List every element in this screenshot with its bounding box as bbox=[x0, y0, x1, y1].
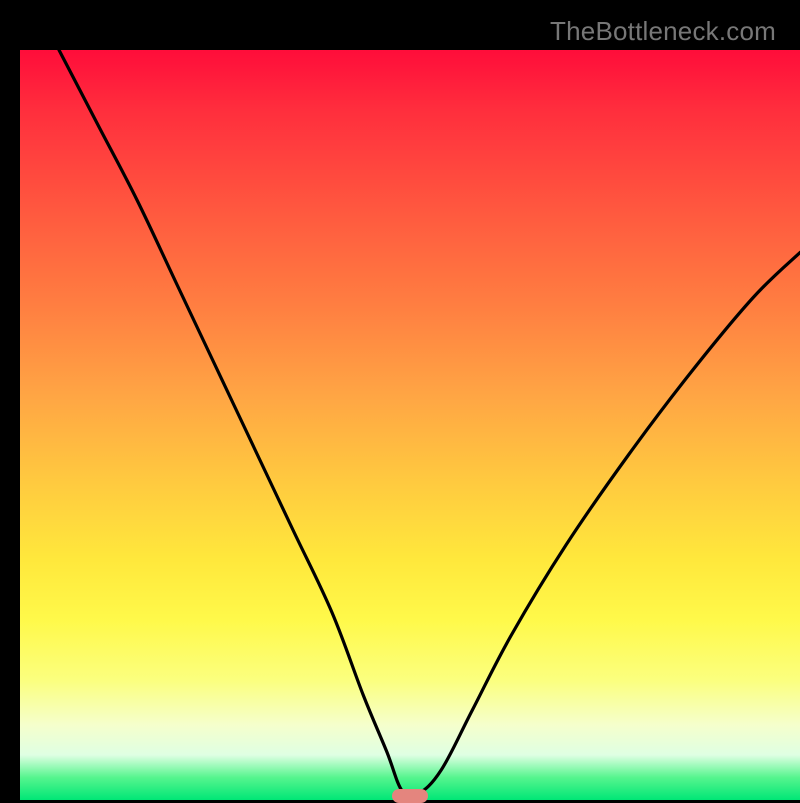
plot-area bbox=[20, 50, 800, 800]
chart-frame: TheBottleneck.com bbox=[10, 10, 790, 790]
bottleneck-curve bbox=[59, 50, 800, 797]
optimal-marker bbox=[392, 789, 428, 803]
curve-svg bbox=[20, 50, 800, 800]
watermark-text: TheBottleneck.com bbox=[550, 16, 776, 47]
